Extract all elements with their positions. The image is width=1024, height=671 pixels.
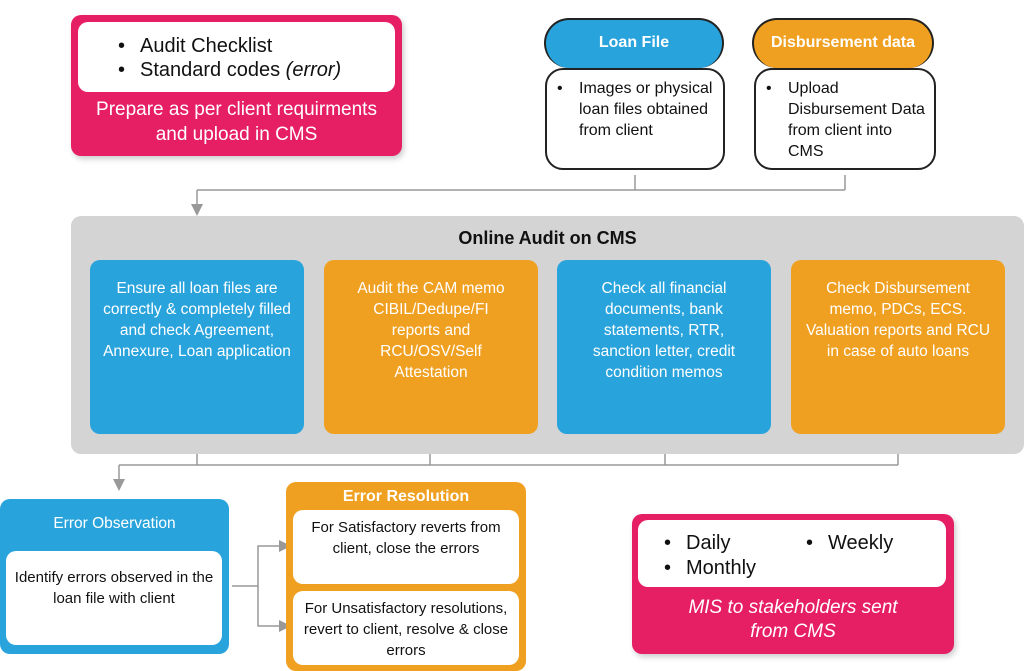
error-observation-box: Error Observation Identify errors observ… xyxy=(0,499,229,654)
mis-frequency-panel: Daily Monthly Weekly xyxy=(638,520,946,587)
disbursement-body: Upload Disbursement Data from client int… xyxy=(754,68,936,170)
mis-caption: MIS to stakeholders sent from CMS xyxy=(688,597,898,642)
connector-resolution-a xyxy=(232,540,291,587)
disbursement-header: Disbursement data xyxy=(752,18,934,68)
loan-file-bullet: Images or physical loan files obtained f… xyxy=(557,78,715,141)
mis-item-daily: Daily xyxy=(664,531,756,556)
prepare-item-text: Standard codes xyxy=(140,59,281,81)
error-observation-body: Identify errors observed in the loan fil… xyxy=(6,551,222,645)
error-observation-title: Error Observation xyxy=(53,515,176,532)
prepare-item-suffix: (error) xyxy=(285,59,342,81)
mis-item-weekly: Weekly xyxy=(806,531,893,556)
error-resolution-title: Error Resolution xyxy=(342,488,470,505)
disbursement-title: Disbursement data xyxy=(770,34,916,51)
prepare-list-panel: Audit Checklist Standard codes (error) xyxy=(78,22,395,92)
audit-step-4: Check Disbursement memo, PDCs, ECS. Valu… xyxy=(791,260,1005,434)
prepare-item-text: Audit Checklist xyxy=(140,35,273,57)
audit-step-3: Check all financial documents, bank stat… xyxy=(557,260,771,434)
disbursement-bullet: Upload Disbursement Data from client int… xyxy=(766,78,926,162)
connector-resolution-b xyxy=(257,586,291,632)
mis-box: Daily Monthly Weekly MIS to stakeholders… xyxy=(632,514,954,654)
error-resolution-box: Error Resolution For Satisfactory revert… xyxy=(286,482,526,671)
prepare-item-codes: Standard codes (error) xyxy=(118,58,395,82)
loan-file-header: Loan File xyxy=(544,18,724,68)
satisfactory-panel: For Satisfactory reverts from client, cl… xyxy=(293,510,519,584)
audit-step-1: Ensure all loan files are correctly & co… xyxy=(90,260,304,434)
prepare-caption: Prepare as per client requirments and up… xyxy=(96,99,377,145)
unsatisfactory-panel: For Unsatisfactory resolutions, revert t… xyxy=(293,591,519,665)
online-audit-title: Online Audit on CMS xyxy=(458,228,637,248)
audit-step-2: Audit the CAM memo CIBIL/Dedupe/FI repor… xyxy=(324,260,538,434)
connector-top xyxy=(197,175,846,210)
loan-file-body: Images or physical loan files obtained f… xyxy=(545,68,725,170)
mis-item-monthly: Monthly xyxy=(664,556,756,581)
loan-file-title: Loan File xyxy=(598,34,670,51)
prepare-box: Audit Checklist Standard codes (error) P… xyxy=(71,15,402,156)
prepare-item-checklist: Audit Checklist xyxy=(118,34,395,58)
